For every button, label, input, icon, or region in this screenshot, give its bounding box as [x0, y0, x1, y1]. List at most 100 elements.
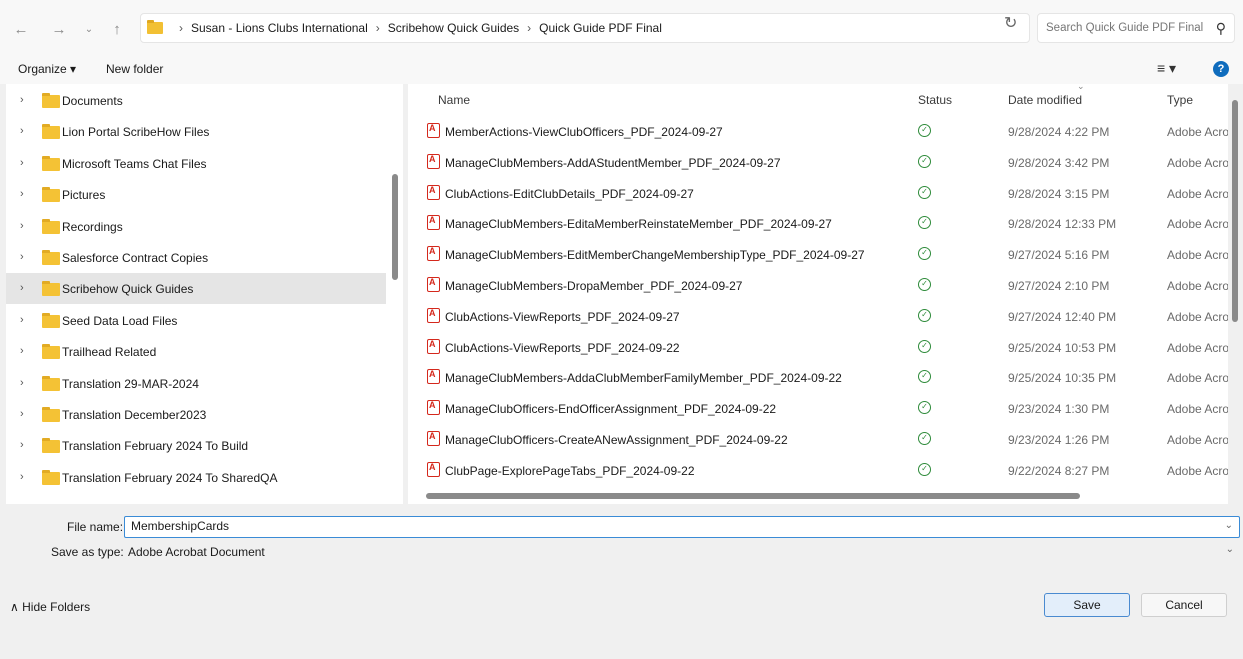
- breadcrumb-separator-icon[interactable]: ›: [179, 21, 183, 35]
- expand-chevron-icon[interactable]: ›: [20, 282, 24, 294]
- vertical-scrollbar[interactable]: [1232, 100, 1238, 322]
- file-date-cell: 9/28/2024 3:42 PM: [1008, 155, 1110, 170]
- up-arrow-icon[interactable]: ↑: [108, 21, 126, 39]
- file-name-dropdown-icon[interactable]: ⌄: [1225, 520, 1233, 531]
- file-row[interactable]: MemberActions-ViewClubOfficers_PDF_2024-…: [408, 116, 1228, 147]
- file-name-cell: ManageClubMembers-AddaClubMemberFamilyMe…: [445, 371, 842, 386]
- expand-chevron-icon[interactable]: ›: [20, 408, 24, 420]
- nav-tree-item[interactable]: › Lion Portal ScribeHow Files: [6, 116, 386, 147]
- nav-tree-item[interactable]: › Salesforce Contract Copies: [6, 242, 386, 273]
- expand-chevron-icon[interactable]: ›: [20, 157, 24, 169]
- folder-icon: [147, 20, 163, 34]
- folder-icon: [42, 124, 60, 140]
- breadcrumb-item[interactable]: Quick Guide PDF Final: [539, 21, 662, 35]
- breadcrumb-item[interactable]: Susan - Lions Clubs International: [191, 21, 368, 35]
- expand-chevron-icon[interactable]: ›: [20, 94, 24, 106]
- address-box[interactable]: › Susan - Lions Clubs International › Scrib…: [140, 13, 1121, 43]
- nav-tree-item[interactable]: › Documents: [6, 85, 386, 116]
- breadcrumb-item[interactable]: Scribehow Quick Guides: [388, 21, 519, 35]
- expand-chevron-icon[interactable]: ›: [20, 314, 24, 326]
- file-date-cell: 9/28/2024 4:22 PM: [1008, 125, 1110, 139]
- file-name-input[interactable]: MembershipCards ⌄: [124, 516, 1240, 538]
- expand-chevron-icon[interactable]: ›: [20, 188, 24, 200]
- file-row[interactable]: ManageClubMembers-EditaMemberReinstateMe…: [408, 208, 1228, 239]
- save-type-value: Adobe Acrobat Document: [128, 545, 265, 559]
- file-date-cell: 9/25/2024 10:35 PM: [1008, 371, 1117, 386]
- file-date-cell: 9/28/2024 3:15 PM: [1008, 186, 1110, 201]
- help-icon[interactable]: ?: [1213, 61, 1229, 77]
- breadcrumb-separator-icon[interactable]: ›: [376, 21, 380, 35]
- forward-arrow-icon[interactable]: →: [50, 21, 68, 39]
- nav-tree-label: Microsoft Teams Chat Files: [62, 156, 207, 171]
- nav-tree-item[interactable]: › Translation February 2024 To Build: [6, 430, 386, 461]
- nav-tree-item[interactable]: › Microsoft Teams Chat Files: [6, 148, 386, 179]
- file-type-cell: Adobe Acro: [1167, 340, 1228, 355]
- file-name-cell: ManageClubMembers-EditaMemberReinstateMe…: [445, 217, 832, 232]
- file-row[interactable]: ManageClubMembers-EditMemberChangeMember…: [408, 239, 1228, 270]
- file-name-label: File name:: [67, 520, 124, 534]
- file-row[interactable]: ManageClubOfficers-EndOfficerAssignment_…: [408, 393, 1228, 424]
- expand-chevron-icon[interactable]: ›: [20, 251, 24, 263]
- folder-icon: [42, 375, 60, 391]
- pdf-file-icon: [427, 338, 440, 354]
- expand-chevron-icon[interactable]: ›: [20, 377, 24, 389]
- file-row[interactable]: ManageClubMembers-AddAStudentMember_PDF_…: [408, 147, 1228, 178]
- file-date-cell: 9/27/2024 2:10 PM: [1008, 279, 1110, 293]
- horizontal-scrollbar[interactable]: [426, 493, 1080, 499]
- file-row[interactable]: ManageClubMembers-DropaMember_PDF_2024-0…: [408, 270, 1228, 301]
- expand-chevron-icon[interactable]: ›: [20, 220, 24, 232]
- file-name-cell: ClubPage-ExplorePageTabs_PDF_2024-09-22: [445, 463, 695, 478]
- synced-status-icon: ✓: [918, 370, 931, 384]
- back-arrow-icon[interactable]: ←: [12, 21, 30, 39]
- column-header-date-modified[interactable]: Date modified: [1008, 93, 1082, 107]
- save-button[interactable]: Save: [1044, 593, 1130, 617]
- recent-locations-chevron-icon[interactable]: ⌄: [80, 21, 98, 39]
- expand-chevron-icon[interactable]: ›: [20, 439, 24, 451]
- pdf-file-icon: [427, 153, 440, 169]
- file-row[interactable]: ClubActions-EditClubDetails_PDF_2024-09-…: [408, 178, 1228, 209]
- save-type-select[interactable]: Adobe Acrobat Document ⌄: [124, 541, 1240, 563]
- nav-tree-item[interactable]: › Seed Data Load Files: [6, 305, 386, 336]
- nav-tree-item[interactable]: › Translation 29-MAR-2024: [6, 368, 386, 399]
- folder-icon: [42, 281, 60, 297]
- nav-tree-item[interactable]: › Translation December2023: [6, 399, 386, 430]
- file-name-cell: ClubActions-ViewReports_PDF_2024-09-27: [445, 309, 680, 324]
- nav-tree-label: Lion Portal ScribeHow Files: [62, 125, 210, 140]
- new-folder-button[interactable]: New folder: [106, 62, 163, 76]
- file-type-cell: Adobe Acro: [1167, 248, 1228, 263]
- view-options-icon[interactable]: ≡ ▾: [1157, 60, 1176, 77]
- nav-tree-item[interactable]: › Trailhead Related: [6, 336, 386, 367]
- file-date-cell: 9/27/2024 5:16 PM: [1008, 248, 1110, 263]
- file-list[interactable]: ⌄ Name Status Date modified Type MemberA…: [408, 84, 1228, 504]
- expand-chevron-icon[interactable]: ›: [20, 345, 24, 357]
- column-header-type[interactable]: Type: [1167, 93, 1193, 107]
- file-date-cell: 9/22/2024 8:27 PM: [1008, 463, 1110, 478]
- cancel-button[interactable]: Cancel: [1141, 593, 1227, 617]
- expand-chevron-icon[interactable]: ›: [20, 471, 24, 483]
- column-header-name[interactable]: Name: [438, 93, 470, 107]
- bottom-strip: [0, 626, 1243, 659]
- nav-tree-item[interactable]: › Scribehow Quick Guides: [6, 273, 386, 305]
- refresh-icon[interactable]: ↻: [1004, 16, 1020, 32]
- organize-button[interactable]: Organize ▾: [18, 62, 76, 76]
- search-icon[interactable]: ⚲: [1216, 20, 1226, 37]
- nav-tree-item[interactable]: › Translation February 2024 To SharedQA: [6, 462, 386, 493]
- hide-folders-button[interactable]: ∧ Hide Folders: [10, 600, 90, 614]
- column-header-status[interactable]: Status: [918, 93, 952, 107]
- save-type-dropdown-icon[interactable]: ⌄: [1226, 544, 1234, 555]
- file-row[interactable]: ClubActions-ViewReports_PDF_2024-09-27 ✓ 9…: [408, 301, 1228, 332]
- navigation-scrollbar[interactable]: [392, 174, 398, 280]
- file-row[interactable]: ManageClubOfficers-CreateANewAssignment_…: [408, 424, 1228, 455]
- nav-tree-item[interactable]: › Pictures: [6, 179, 386, 210]
- search-input[interactable]: Search Quick Guide PDF Final ⚲: [1037, 13, 1235, 43]
- file-row[interactable]: ClubPage-ExplorePageTabs_PDF_2024-09-22 ✓…: [408, 455, 1228, 486]
- file-type-cell: Adobe Acro: [1167, 125, 1228, 139]
- file-row[interactable]: ManageClubMembers-AddaClubMemberFamilyMe…: [408, 362, 1228, 393]
- file-row[interactable]: ClubActions-ViewReports_PDF_2024-09-22 ✓ 9…: [408, 332, 1228, 363]
- nav-tree-item[interactable]: › Recordings: [6, 211, 386, 242]
- synced-status-icon: ✓: [918, 462, 931, 476]
- expand-chevron-icon[interactable]: ›: [20, 125, 24, 137]
- breadcrumb-separator-icon[interactable]: ›: [527, 21, 531, 35]
- nav-tree-label: Translation February 2024 To SharedQA: [62, 470, 278, 485]
- navigation-pane[interactable]: › Translation February 2024 To SharedQA › T…: [6, 84, 403, 504]
